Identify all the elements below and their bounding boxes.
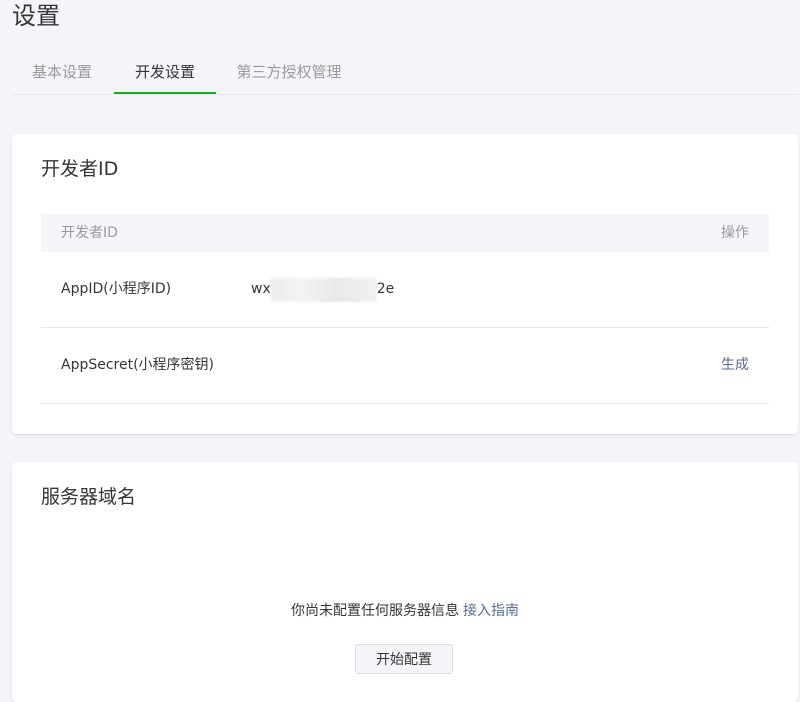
- developer-id-table: 开发者ID 操作 AppID(小程序ID) wx 2e AppSecret(小程序…: [41, 214, 769, 404]
- page-title: 设置: [12, 2, 60, 30]
- generate-secret-link[interactable]: 生成: [721, 328, 749, 403]
- empty-message-text: 你尚未配置任何服务器信息: [291, 603, 459, 619]
- column-header-actions: 操作: [721, 225, 749, 241]
- developer-id-card: 开发者ID 开发者ID 操作 AppID(小程序ID) wx 2e AppSecr…: [12, 134, 798, 434]
- server-domain-empty-message: 你尚未配置任何服务器信息 接入指南: [12, 600, 798, 620]
- column-header-developer-id: 开发者ID: [61, 225, 118, 241]
- tab-dev-settings[interactable]: 开发设置: [114, 50, 216, 94]
- access-guide-link[interactable]: 接入指南: [463, 603, 519, 619]
- table-row-appid: AppID(小程序ID) wx 2e: [41, 252, 769, 328]
- appid-value-suffix: 2e: [376, 281, 395, 297]
- start-config-button[interactable]: 开始配置: [355, 644, 453, 674]
- table-header: 开发者ID 操作: [41, 214, 769, 252]
- tab-third-party-auth[interactable]: 第三方授权管理: [224, 50, 354, 94]
- tab-basic-settings[interactable]: 基本设置: [12, 50, 112, 94]
- appid-value-prefix: wx: [251, 281, 271, 297]
- server-domain-title: 服务器域名: [41, 486, 137, 508]
- appid-value: wx 2e: [251, 252, 394, 327]
- appid-label: AppID(小程序ID): [61, 281, 172, 297]
- tab-bar: 基本设置 开发设置 第三方授权管理: [12, 50, 798, 95]
- server-domain-card: 服务器域名 你尚未配置任何服务器信息 接入指南 开始配置: [12, 462, 798, 702]
- developer-id-title: 开发者ID: [41, 158, 119, 180]
- appsecret-label: AppSecret(小程序密钥): [61, 357, 215, 373]
- appid-redaction-mask: [270, 277, 377, 302]
- table-row-appsecret: AppSecret(小程序密钥) 生成: [41, 328, 769, 404]
